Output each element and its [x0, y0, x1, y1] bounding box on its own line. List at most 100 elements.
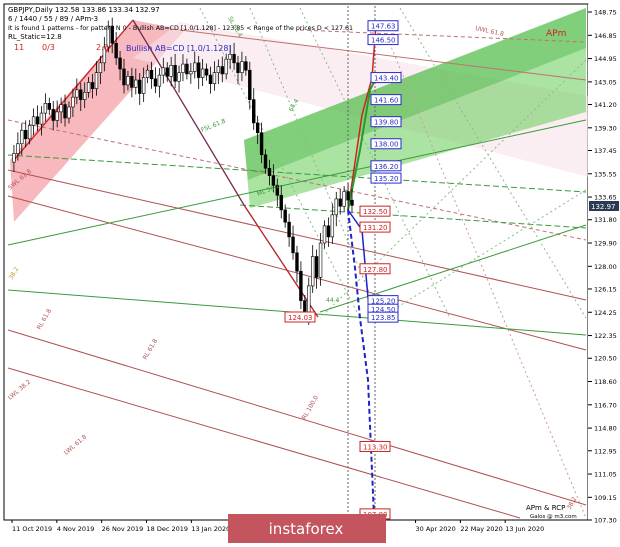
date-tick-label: 22 May 2020: [460, 525, 502, 533]
candle-body: [236, 62, 240, 73]
candle-body: [39, 112, 44, 125]
watermark-text: instaforex: [269, 520, 344, 538]
header-line3: It is found 1 patterns - for pattern N 0…: [8, 25, 353, 32]
candle-body: [82, 91, 87, 100]
candle-body: [79, 89, 83, 100]
ab-label: 44.4: [326, 297, 340, 304]
candle-body: [173, 65, 177, 82]
price-tick-label: 141.20: [594, 101, 617, 109]
candle-body: [94, 72, 99, 89]
candle-body: [161, 67, 166, 76]
candle-body: [27, 125, 32, 140]
low-label: 124.03: [288, 314, 313, 322]
level-label-text: 141.60: [374, 97, 399, 105]
price-tick-label: 124.25: [594, 309, 617, 317]
chart-canvas: 148.75 146.85 144.95 143.05 141.20 139.30 137.…: [0, 0, 620, 543]
level-label-red: 113.30: [359, 440, 391, 452]
candle-body: [196, 62, 201, 78]
candle-body: [220, 66, 224, 75]
date-tick-label: 11 Oct 2019: [12, 525, 52, 533]
header-line1: GBPJPY,Daily 132.58 133.86 133.34 132.97: [8, 6, 160, 14]
price-tick-label: 116.70: [594, 401, 617, 409]
candle-body: [189, 71, 193, 75]
candle-body: [24, 129, 28, 140]
level-label-text: 132.50: [363, 208, 388, 216]
level-label-text: 147.63: [371, 23, 396, 31]
header-line4: RL_Static=12.8: [8, 33, 62, 41]
signature-line2: Galos @ m3.com: [530, 514, 577, 520]
candle-body: [334, 198, 338, 216]
counter-b: 0/3: [42, 43, 55, 52]
candle-body: [322, 225, 327, 244]
price-tick-label: 129.90: [594, 240, 617, 248]
level-label-text: 146.50: [371, 37, 396, 45]
level-label-blue: 123.85: [367, 311, 399, 323]
candle-body: [153, 78, 158, 87]
candle-body: [20, 129, 24, 145]
candle-body: [283, 209, 287, 223]
candle-body: [267, 167, 272, 176]
level-label-text: 123.85: [371, 314, 396, 322]
candle-body: [177, 72, 181, 82]
candle-body: [244, 61, 248, 71]
candle-body: [145, 69, 150, 78]
candle-body: [208, 74, 213, 84]
candle-body: [157, 74, 162, 87]
level-label-red: 132.50: [359, 205, 391, 217]
level-label-blue: 147.63: [367, 20, 399, 32]
level-label-green: 143.40: [370, 72, 402, 84]
candle-body: [346, 191, 350, 201]
candle-body: [216, 66, 221, 73]
price-tick-label: 109.15: [594, 494, 617, 502]
level-label-text: 113.30: [363, 443, 388, 451]
candle-body: [47, 103, 52, 110]
header-line2: 6 / 1440 / 55 / 89 / APm-3: [8, 15, 98, 23]
candle-body: [350, 199, 354, 206]
candle-body: [43, 103, 48, 114]
price-tick-label: 146.85: [594, 32, 617, 40]
price-tick-label: 128.00: [594, 263, 617, 271]
candle-body: [338, 198, 342, 207]
candle-body: [63, 104, 67, 119]
candle-body: [200, 68, 205, 78]
candle-body: [193, 62, 197, 72]
price-tick-label: 143.05: [594, 78, 617, 86]
price-tick-label: 111.05: [594, 471, 617, 479]
date-tick-label: 26 Nov 2019: [102, 525, 144, 533]
candle-body: [138, 79, 142, 94]
candle-body: [165, 67, 169, 77]
candle-body: [90, 82, 95, 89]
date-tick-label: 18 Dec 2019: [147, 525, 189, 533]
level-label-text: 127.80: [363, 266, 388, 274]
level-label-green: 136.20: [370, 160, 402, 172]
candle-body: [149, 69, 154, 80]
date-tick-label: 13 Jan 2020: [191, 525, 230, 533]
candle-body: [314, 256, 319, 278]
level-label-red: 131.20: [359, 221, 391, 233]
candle-body: [255, 122, 260, 134]
candle-body: [330, 214, 335, 238]
price-tick-label: 120.50: [594, 355, 617, 363]
price-tick-label: 122.35: [594, 332, 617, 340]
level-label-text: 143.40: [374, 75, 399, 83]
candle-body: [326, 225, 331, 238]
candle-body: [16, 143, 20, 154]
candle-body: [75, 89, 79, 98]
level-label-text: 135.20: [374, 175, 399, 183]
candle-body: [35, 116, 40, 125]
candle-body: [310, 256, 315, 287]
candle-body: [86, 82, 91, 93]
current-price-tag: 132.97: [591, 203, 616, 211]
candle-body: [141, 77, 146, 94]
candle-body: [287, 221, 291, 238]
candle-body: [114, 42, 118, 59]
candle-body: [118, 57, 122, 70]
level-label-red: 127.80: [359, 263, 391, 275]
counter-a: 11: [14, 43, 24, 52]
candle-body: [252, 99, 256, 124]
price-tick-label: 144.95: [594, 55, 617, 63]
candle-body: [126, 76, 130, 86]
candle-body: [71, 96, 75, 108]
candle-body: [12, 153, 16, 163]
candle-body: [181, 63, 185, 73]
